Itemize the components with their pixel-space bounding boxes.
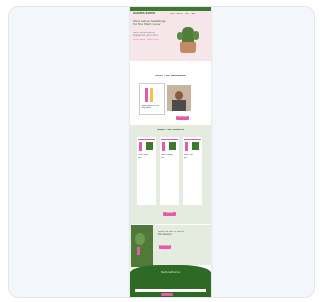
product-image <box>162 142 165 151</box>
product-card[interactable]: Ohia Lehua $45 <box>137 137 156 205</box>
nav-item-about[interactable]: ABOUT <box>177 13 183 16</box>
cactus-image <box>174 25 202 55</box>
product-price: $35 <box>161 157 165 159</box>
nav-item-faq[interactable]: FAQ <box>185 13 188 16</box>
products-heading: SHOP THE PLANTS <box>156 129 185 131</box>
plant-illustration <box>145 88 148 102</box>
hero-headline: Ohia Lehua Seedlings for the Plant Lover <box>133 20 166 27</box>
newsletter-email-input[interactable]: Email address <box>135 289 206 292</box>
about-card-text: Hand grown on the Big Island <box>142 105 160 110</box>
product-badge <box>169 142 176 150</box>
page-preview[interactable]: ALOHA KAPO SHOP ABOUT FAQ CART Ohia Lehu… <box>130 7 211 297</box>
product-price: $40 <box>184 157 188 159</box>
about-button[interactable]: Learn More <box>176 116 189 120</box>
product-price: $45 <box>138 157 142 159</box>
promo-photo <box>131 225 153 267</box>
nav-item-cart[interactable]: CART <box>191 13 196 16</box>
product-image <box>139 142 142 151</box>
grower-photo <box>167 85 191 111</box>
product-name: Koa Seedling <box>161 154 173 156</box>
preview-card: ALOHA KAPO SHOP ABOUT FAQ CART Ohia Lehu… <box>8 6 315 298</box>
product-image <box>185 142 188 151</box>
product-card[interactable]: Koa Seedling $35 <box>160 137 179 205</box>
nav-item-shop[interactable]: SHOP <box>170 13 175 16</box>
hero-subtext: Rare native plants shipped to your door <box>133 32 158 37</box>
product-name: Maile Vine <box>184 154 194 156</box>
product-badge <box>192 142 199 150</box>
promo-headline: Give the Gift of Aloha this Season <box>158 231 184 236</box>
hero-link-shop[interactable]: Shop Now <box>133 39 145 42</box>
site-logo[interactable]: ALOHA KAPO <box>133 12 155 15</box>
promo-button[interactable]: Gift Cards <box>159 245 171 249</box>
hero-link-learn[interactable]: Learn More <box>147 39 159 42</box>
flower-illustration <box>150 88 153 102</box>
main-nav: SHOP ABOUT FAQ CART <box>170 13 208 16</box>
footer-brand: NaturePalms <box>160 271 181 274</box>
product-card[interactable]: Maile Vine $40 <box>183 137 202 205</box>
about-heading: MEET THE GROWERS <box>155 75 186 77</box>
about-card: Hand grown on the Big Island <box>139 83 165 115</box>
shop-all-button[interactable]: Shop All <box>163 212 176 216</box>
product-badge <box>146 142 153 150</box>
newsletter-submit-button[interactable]: Sign Up <box>161 293 173 296</box>
product-name: Ohia Lehua <box>138 154 149 156</box>
